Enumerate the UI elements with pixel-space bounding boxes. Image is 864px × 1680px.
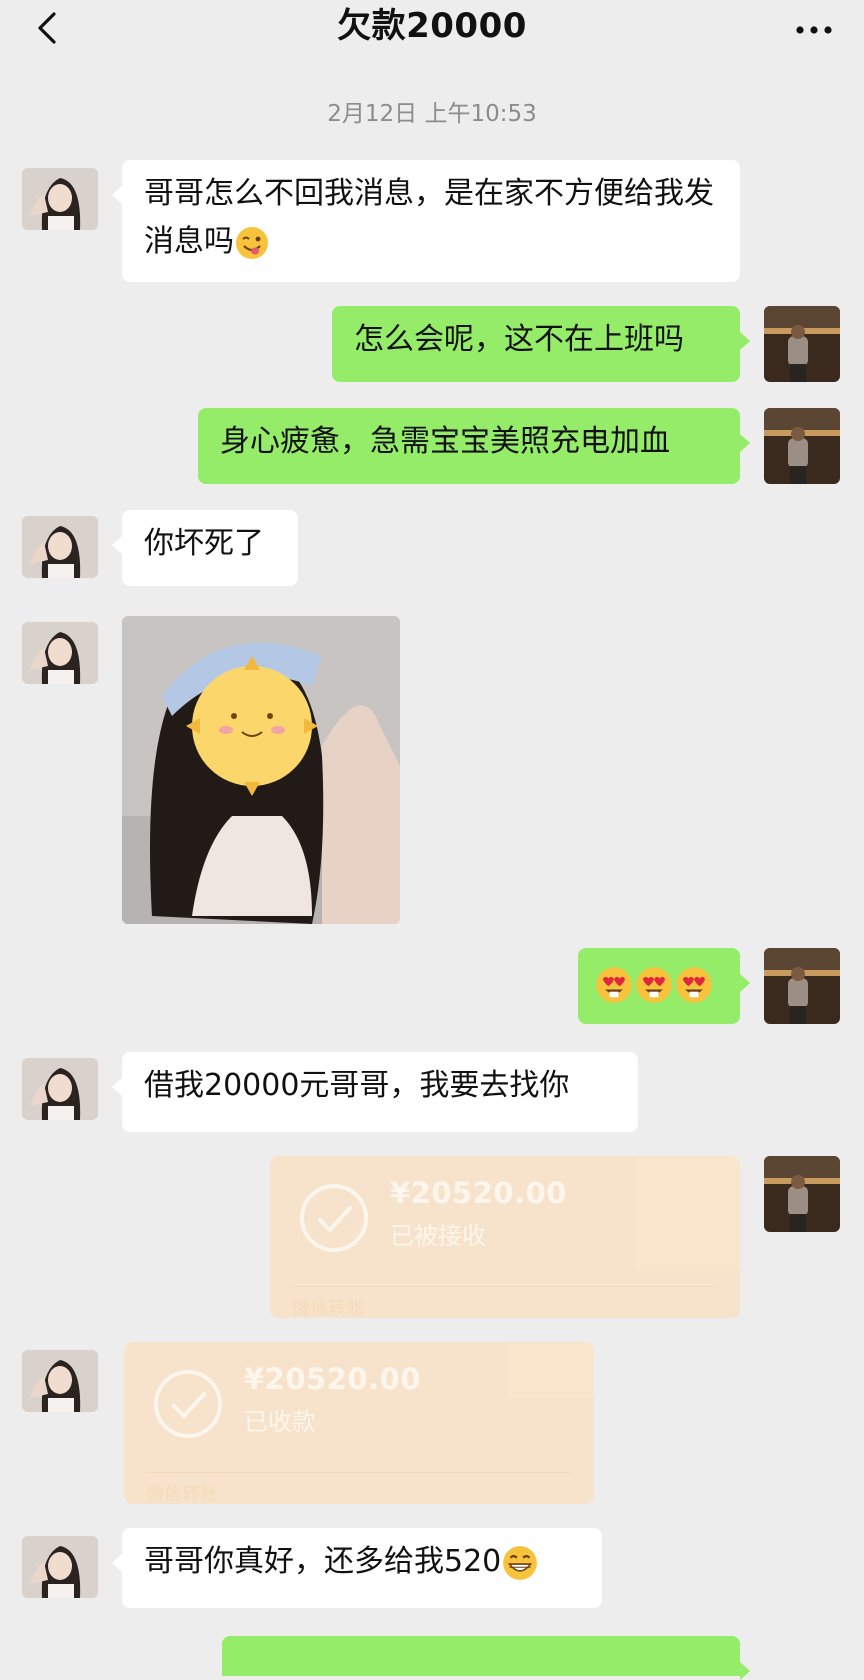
message-text: 借我20000元哥哥，我要去找你 xyxy=(144,1068,570,1103)
transfer-divider xyxy=(292,1286,718,1287)
check-circle-icon xyxy=(300,1184,368,1252)
message-text: 身心疲惫，急需宝宝美照充电加血 xyxy=(220,424,670,459)
message-text: 哥哥你真好，还多给我520 xyxy=(144,1544,502,1579)
more-dots-icon[interactable] xyxy=(790,8,838,48)
contact-avatar[interactable] xyxy=(22,622,98,684)
contact-avatar[interactable] xyxy=(22,1536,98,1598)
transfer-amount: ¥20520.00 xyxy=(390,1176,567,1210)
transfer-amount: ¥20520.00 xyxy=(244,1362,421,1396)
heart-eyes-emoji xyxy=(596,966,632,1003)
heart-eyes-emoji xyxy=(676,966,712,1003)
user-avatar[interactable] xyxy=(764,1156,840,1232)
transfer-divider xyxy=(146,1472,572,1473)
chat-title: 欠款20000 xyxy=(337,6,527,46)
message-bubble-incoming: 哥哥你真好，还多给我520 xyxy=(112,1528,602,1608)
transfer-status: 已被接收 xyxy=(390,1222,486,1250)
contact-avatar[interactable] xyxy=(22,1058,98,1120)
transfer-card-outgoing[interactable]: ¥20520.00 已被接收 微信转账 xyxy=(270,1156,740,1319)
message-text: 怎么会呢，这不在上班吗 xyxy=(354,322,684,357)
chat-header: 欠款20000 xyxy=(0,0,864,58)
message-bubble-outgoing xyxy=(222,1636,750,1680)
contact-avatar[interactable] xyxy=(22,1350,98,1412)
message-bubble-incoming: 你坏死了 xyxy=(112,510,298,586)
user-avatar[interactable] xyxy=(764,306,840,382)
transfer-footer: 微信转账 xyxy=(146,1484,218,1505)
check-circle-icon xyxy=(154,1370,222,1438)
user-avatar[interactable] xyxy=(764,408,840,484)
transfer-card-incoming[interactable]: ¥20520.00 已收款 微信转账 xyxy=(124,1342,594,1505)
transfer-footer: 微信转账 xyxy=(292,1298,364,1319)
message-timestamp: 2月12日 上午10:53 xyxy=(327,101,537,127)
message-text: 哥哥怎么不回我消息，是在家不方便给我发消息吗 xyxy=(144,176,714,259)
message-bubble-outgoing: 身心疲惫，急需宝宝美照充电加血 xyxy=(198,408,750,484)
message-bubble-incoming: 哥哥怎么不回我消息，是在家不方便给我发消息吗 xyxy=(112,160,740,282)
grinning-emoji xyxy=(503,1545,538,1580)
contact-avatar[interactable] xyxy=(22,516,98,578)
message-bubble-outgoing xyxy=(578,948,750,1024)
transfer-status: 已收款 xyxy=(244,1408,316,1436)
contact-avatar[interactable] xyxy=(22,168,98,230)
user-avatar[interactable] xyxy=(764,948,840,1024)
message-bubble-incoming: 借我20000元哥哥，我要去找你 xyxy=(112,1052,638,1132)
message-text: 你坏死了 xyxy=(144,526,264,561)
message-bubble-outgoing: 怎么会呢，这不在上班吗 xyxy=(332,306,750,382)
message-photo[interactable] xyxy=(122,616,400,924)
heart-eyes-emoji xyxy=(636,966,672,1003)
winking-tongue-emoji xyxy=(236,226,268,259)
